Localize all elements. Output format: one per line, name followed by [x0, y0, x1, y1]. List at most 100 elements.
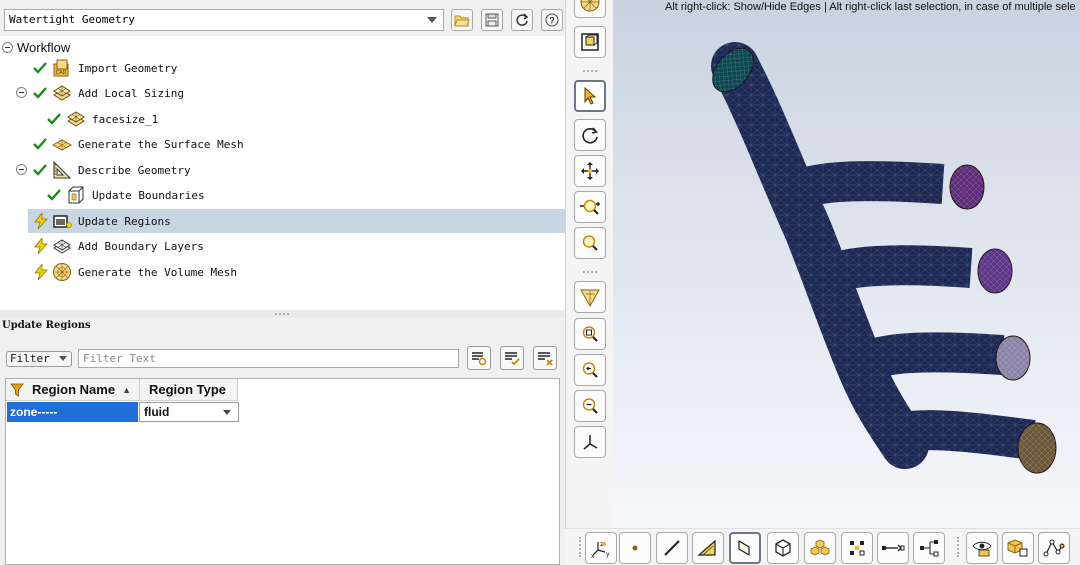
cube-icon [775, 539, 791, 557]
svg-text:CAD: CAD [56, 70, 67, 76]
grip-icon [275, 313, 289, 315]
check-icon [33, 164, 47, 176]
filter-dropdown[interactable]: Filter [6, 351, 72, 367]
select-tool-button[interactable] [574, 80, 606, 112]
tree-item-add-local-sizing[interactable]: Add Local Sizing [0, 81, 565, 105]
tree-item-label: Generate the Surface Mesh [78, 137, 244, 151]
zoom-fit-icon [582, 326, 598, 342]
mesh-display-button[interactable] [574, 0, 606, 18]
check-icon [33, 62, 47, 74]
tree-item-generate-surface-mesh[interactable]: Generate the Surface Mesh [0, 132, 565, 156]
collapse-icon[interactable] [2, 42, 13, 53]
box-icon [581, 33, 599, 51]
local-sizing-icon [53, 85, 71, 101]
edge-line-icon [664, 540, 680, 556]
deselect-all-button[interactable] [533, 346, 557, 370]
selection-filter-toolbar: zyx [565, 528, 1080, 565]
rotate-tool-button[interactable] [574, 119, 606, 151]
lightning-icon [34, 238, 48, 254]
tree-item-label: Add Local Sizing [78, 86, 184, 100]
select-all-button[interactable] [500, 346, 524, 370]
chevron-down-icon [427, 17, 437, 23]
zoom-out-button[interactable] [574, 390, 606, 422]
select-face-triangle-button[interactable] [692, 532, 724, 564]
tree-item-label: Update Boundaries [92, 188, 205, 202]
eye-icon [972, 541, 992, 557]
list-filter-icon [472, 352, 487, 366]
collapse-icon[interactable] [16, 87, 27, 98]
help-button[interactable]: ? [541, 9, 563, 31]
polyline-nodes-icon [1043, 539, 1065, 557]
volume-mesh-icon [53, 263, 71, 281]
tree-item-update-regions[interactable]: Update Regions [0, 209, 565, 233]
fit-object-button[interactable] [574, 26, 606, 58]
panel-splitter[interactable] [0, 310, 565, 318]
graphics-viewport[interactable]: Alt right-click: Show/Hide Edges | Alt r… [613, 0, 1080, 528]
zoom-in-out-button[interactable] [574, 191, 606, 223]
select-body-button[interactable] [767, 532, 799, 564]
fit-to-window-button[interactable] [574, 318, 606, 350]
select-nodes-button[interactable] [841, 532, 873, 564]
zoom-icon [582, 235, 598, 251]
column-header-region-type[interactable]: Region Type [140, 379, 238, 401]
select-connection-button[interactable] [877, 532, 909, 564]
zoom-box-button[interactable] [574, 227, 606, 259]
node-grid-icon [850, 541, 865, 556]
outlet-face-3 [995, 335, 1031, 381]
region-name-cell[interactable]: zone----- [7, 402, 138, 422]
rotate-icon [582, 127, 598, 144]
tree-item-describe-geometry[interactable]: Describe Geometry [0, 158, 565, 182]
toolbar-grip [583, 271, 597, 273]
task-panel-title: Update Regions [2, 320, 91, 331]
filter-options-button[interactable] [467, 346, 491, 370]
filter-text-input[interactable] [78, 349, 459, 368]
triangle-face-icon [697, 539, 716, 556]
view-orientation-button[interactable] [574, 281, 606, 313]
tree-item-update-boundaries[interactable]: Update Boundaries [0, 183, 565, 207]
revert-workflow-button[interactable] [511, 9, 533, 31]
show-hide-button[interactable] [966, 532, 998, 564]
tree-item-label: Add Boundary Layers [78, 239, 204, 253]
select-point-button[interactable] [619, 532, 651, 564]
connect-arrow-icon [882, 544, 905, 552]
open-workflow-button[interactable] [451, 9, 473, 31]
zoom-out-icon [582, 398, 598, 414]
isolate-button[interactable] [1002, 532, 1034, 564]
zoom-back-icon [582, 362, 598, 378]
select-zone-button[interactable] [804, 532, 836, 564]
xyz-select-button[interactable]: zyx [585, 532, 617, 564]
tree-item-add-boundary-layers[interactable]: Add Boundary Layers [0, 234, 565, 258]
region-type-dropdown[interactable]: fluid [139, 402, 239, 422]
select-split-button[interactable] [913, 532, 945, 564]
describe-geometry-icon [53, 160, 72, 179]
select-edge-button[interactable] [656, 532, 688, 564]
tree-item-generate-volume-mesh[interactable]: Generate the Volume Mesh [0, 260, 565, 284]
filter-funnel-icon[interactable] [10, 383, 24, 397]
face-size-icon [67, 111, 85, 127]
select-face-button[interactable] [729, 532, 761, 564]
manifold-mesh-model[interactable] [613, 0, 1080, 528]
workflow-type-dropdown[interactable]: Watertight Geometry [4, 9, 444, 31]
workflow-type-value: Watertight Geometry [9, 13, 135, 26]
axes-button[interactable] [574, 426, 606, 458]
refresh-icon [516, 13, 529, 26]
column-header-region-name[interactable]: Region Name ▲ [6, 379, 140, 401]
workflow-tree: Workflow CAD Import Geometry Add Local S… [0, 36, 565, 310]
save-workflow-button[interactable] [481, 9, 503, 31]
pan-tool-button[interactable] [574, 155, 606, 187]
graphics-side-toolbar [565, 0, 613, 528]
probe-button[interactable] [1038, 532, 1070, 564]
zoom-in-out-icon [580, 199, 600, 215]
collapse-icon[interactable] [16, 164, 27, 175]
fluent-meshing-window: Watertight Geometry ? Workflow CAD Impor… [0, 0, 1080, 565]
box-group-icon [1007, 539, 1028, 557]
tree-item-import-geometry[interactable]: CAD Import Geometry [0, 56, 565, 80]
mesh-sphere-icon [580, 0, 600, 12]
column-header-label: Region Name [32, 382, 116, 397]
toolbar-grip [579, 537, 581, 557]
tree-item-facesize-1[interactable]: facesize_1 [0, 107, 565, 131]
workflow-root-label: Workflow [17, 40, 71, 55]
toolbar-grip [957, 537, 959, 557]
zoom-previous-button[interactable] [574, 354, 606, 386]
boundaries-icon [68, 186, 84, 204]
